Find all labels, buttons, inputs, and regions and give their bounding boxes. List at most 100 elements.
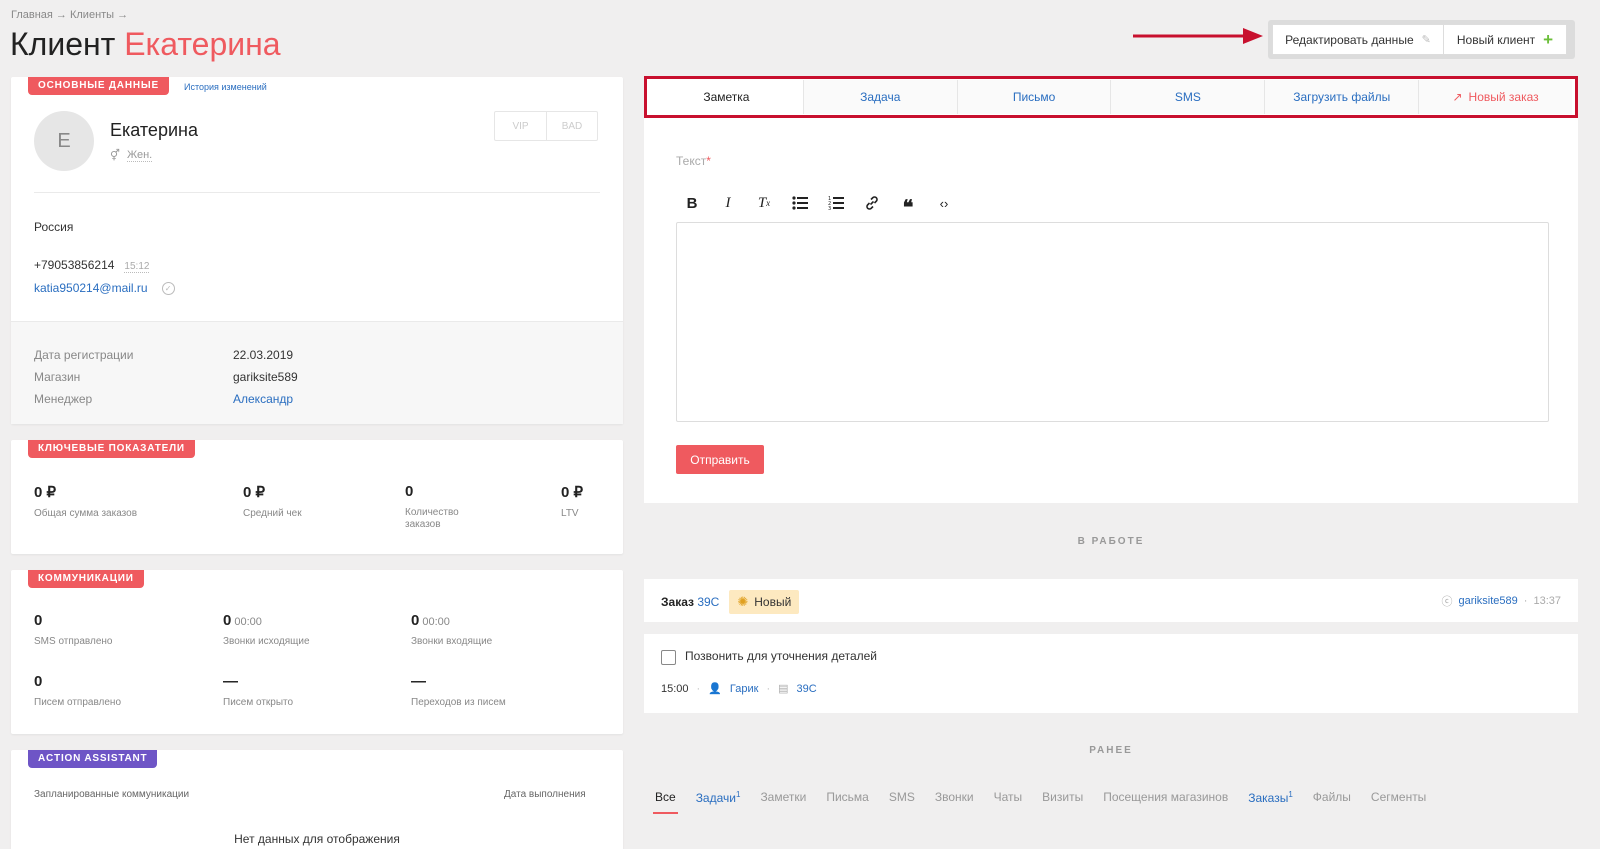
kpi-total-orders: 0 ₽ Общая сумма заказов — [34, 483, 137, 520]
vip-bad-toggle: VIP BAD — [494, 111, 598, 141]
tab-letter[interactable]: Письмо — [957, 80, 1112, 114]
filter-count: 1 — [735, 790, 741, 799]
task-title[interactable]: Позвонить для уточнения деталей — [685, 649, 877, 663]
order-meta: ⓒ gariksite589 · 13:37 — [1441, 593, 1561, 609]
breadcrumb[interactable]: Главная → Клиенты → — [11, 9, 128, 21]
task-checkbox[interactable] — [661, 650, 676, 665]
edit-data-button[interactable]: Редактировать данные ✎ — [1272, 24, 1444, 55]
filter-label: Сегменты — [1370, 790, 1427, 804]
svg-text:3: 3 — [828, 206, 831, 210]
filter-all[interactable]: Все — [653, 790, 678, 814]
kpi-order-count: 0 Количество заказов — [405, 483, 485, 531]
filter-notes[interactable]: Заметки — [760, 790, 806, 805]
filter-orders[interactable]: Заказы1 — [1248, 790, 1293, 805]
stat-duration: 00:00 — [234, 616, 262, 628]
note-textarea[interactable] — [676, 222, 1549, 422]
phone: +79053856214 15:12 — [34, 258, 150, 273]
code-icon[interactable]: ‹› — [926, 191, 962, 215]
filter-store-visits[interactable]: Посещения магазинов — [1103, 790, 1228, 805]
filter-visits[interactable]: Визиты — [1042, 790, 1083, 805]
numbered-list-icon[interactable]: 123 — [818, 191, 854, 215]
new-client-label: Новый клиент — [1456, 32, 1536, 47]
stat-value: 0 ₽ — [561, 484, 584, 501]
filter-label: SMS — [888, 790, 915, 804]
gender[interactable]: ⚥ Жен. — [110, 149, 153, 162]
filter-label: Заказы — [1248, 791, 1289, 805]
main-data-badge: Основные данные — [28, 77, 169, 95]
stat-label: Средний чек — [243, 508, 302, 519]
filter-label: Письма — [826, 790, 869, 804]
tab-task[interactable]: Задача — [803, 80, 958, 114]
bold-icon[interactable]: B — [674, 191, 710, 215]
new-client-button[interactable]: Новый клиент + — [1444, 24, 1567, 55]
phone-number[interactable]: +79053856214 — [34, 258, 114, 272]
quote-icon[interactable]: ❝ — [890, 191, 926, 219]
gender-label: Жен. — [126, 149, 153, 162]
order-number-link[interactable]: 39C — [697, 595, 719, 609]
filter-files[interactable]: Файлы — [1313, 790, 1351, 805]
meta-row: Магазин gariksite589 — [34, 370, 298, 384]
stat-label: Количество заказов — [405, 507, 459, 530]
stat-value: 0 00:00 — [411, 612, 492, 629]
plus-icon: + — [1543, 30, 1554, 49]
task-order-link[interactable]: 39C — [797, 683, 817, 695]
stat-label: Звонки исходящие — [223, 636, 310, 647]
stat-value: 0 ₽ — [243, 484, 266, 501]
required-mark: * — [706, 154, 711, 168]
filter-label: Все — [655, 790, 676, 804]
action-tabs: Заметка Задача Письмо SMS Загрузить файл… — [644, 76, 1578, 118]
action-assistant-badge: Action Assistant — [28, 750, 158, 768]
stat-number: 0 — [34, 612, 43, 629]
main-data-card: Основные данные История изменений Е Екат… — [11, 77, 623, 424]
bad-button[interactable]: BAD — [546, 112, 597, 140]
filter-segments[interactable]: Сегменты — [1371, 790, 1426, 805]
clear-format-icon[interactable]: Tx — [746, 191, 782, 215]
tab-upload-files[interactable]: Загрузить файлы — [1265, 80, 1420, 114]
shop-link[interactable]: gariksite589 — [1458, 595, 1517, 607]
filter-letters[interactable]: Письма — [826, 790, 869, 805]
stat-number: — — [223, 673, 238, 690]
stat-label: Переходов из писем — [411, 697, 506, 708]
gender-icon: ⚥ — [110, 150, 120, 162]
task-meta: 15:00 · 👤 Гарик · ▤ 39C — [661, 682, 817, 696]
meta-key: Дата регистрации — [34, 348, 134, 362]
tab-new-order[interactable]: ↗ Новый заказ — [1419, 80, 1572, 114]
communications-badge: Коммуникации — [28, 570, 144, 588]
email-link[interactable]: katia950214@mail.ru — [34, 281, 148, 295]
order-label: Заказ 39C — [661, 595, 719, 609]
meta-row: Дата регистрации 22.03.2019 — [34, 348, 293, 362]
sms-sent: 0 SMS отправлено — [34, 612, 112, 648]
meta-row: Менеджер Александр — [34, 392, 293, 406]
filter-label: Файлы — [1312, 790, 1351, 804]
link-icon[interactable] — [854, 191, 890, 215]
vip-button[interactable]: VIP — [495, 112, 546, 140]
top-actions: Редактировать данные ✎ Новый клиент + — [1268, 20, 1575, 59]
text-label-text: Текст — [676, 154, 707, 168]
page-title-prefix: Клиент — [10, 26, 116, 62]
tab-sms[interactable]: SMS — [1111, 80, 1266, 114]
stat-label: Общая сумма заказов — [34, 508, 138, 519]
stat-value: — — [223, 673, 293, 690]
bullet-list-icon[interactable] — [782, 191, 818, 215]
send-button[interactable]: Отправить — [676, 445, 764, 474]
stat-value: 0 — [405, 483, 414, 500]
filter-label: Задачи — [695, 791, 736, 805]
filter-chats[interactable]: Чаты — [994, 790, 1023, 805]
earlier-heading: Ранее — [1089, 745, 1133, 756]
italic-icon[interactable]: I — [710, 191, 746, 215]
history-link[interactable]: История изменений — [184, 82, 267, 92]
task-user-link[interactable]: Гарик — [730, 683, 759, 695]
filter-label: Чаты — [993, 790, 1023, 804]
manager-link[interactable]: Александр — [233, 392, 293, 406]
kpi-badge: Ключевые показатели — [28, 440, 195, 458]
tab-note[interactable]: Заметка — [650, 80, 804, 114]
emails-opened: — Писем открыто — [223, 673, 293, 709]
filter-calls[interactable]: Звонки — [935, 790, 974, 805]
stat-number: 0 — [223, 612, 232, 629]
meta-separator: · — [766, 682, 771, 695]
meta-separator: · — [1523, 595, 1528, 607]
filter-tasks[interactable]: Задачи1 — [696, 790, 741, 805]
stat-label: Писем отправлено — [34, 697, 122, 708]
filter-sms[interactable]: SMS — [889, 790, 915, 805]
order-info: Заказ 39C ✺ Новый — [661, 590, 800, 614]
